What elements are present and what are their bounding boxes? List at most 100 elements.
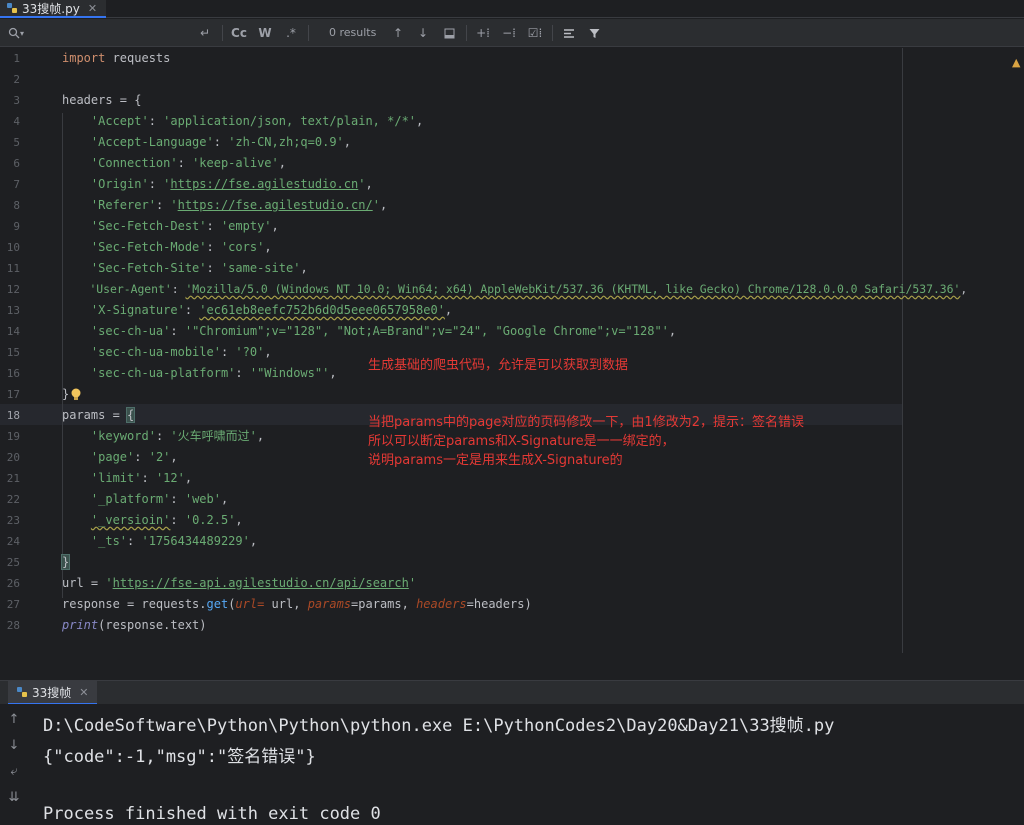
- line-number: 21: [6, 472, 20, 485]
- code-line: 'sec-ch-ua-platform': '"Windows"',: [90, 366, 337, 380]
- console-command-line: D:\CodeSoftware\Python\Python\python.exe…: [43, 716, 835, 736]
- run-toolbar: ↑ ↓ ⤶ ⇊: [0, 704, 28, 825]
- code-line: headers = {: [62, 93, 142, 107]
- line-number: 9: [13, 220, 20, 233]
- line-number: 7: [13, 178, 20, 191]
- code-line: 'Accept': 'application/json, text/plain,…: [90, 114, 424, 128]
- right-margin-guide: [902, 48, 903, 653]
- line-number: 15: [6, 346, 20, 359]
- search-history-dropdown-icon[interactable]: ▾: [18, 19, 26, 47]
- line-number: 10: [6, 241, 20, 254]
- code-line: 'User-Agent': 'Mozilla/5.0 (Windows NT 1…: [89, 282, 968, 296]
- console-exit-status: Process finished with exit code 0: [43, 804, 381, 824]
- select-all-occurrences-icon[interactable]: ☑⁞: [526, 19, 544, 47]
- referer-link[interactable]: https://fse.agilestudio.cn/: [178, 198, 373, 212]
- annotation-note: 所以可以断定params和X-Signature是一一绑定的，: [368, 434, 675, 449]
- code-line: params = {: [62, 407, 136, 423]
- code-line: 'Sec-Fetch-Dest': 'empty',: [90, 219, 279, 233]
- editor-tab[interactable]: 33搜帧.py ✕: [0, 0, 106, 18]
- line-number: 20: [6, 451, 20, 464]
- line-number: 27: [6, 598, 20, 611]
- run-console[interactable]: ↑ ↓ ⤶ ⇊ D:\CodeSoftware\Python\Python\py…: [0, 704, 1024, 825]
- code-line: 'page': '2',: [90, 450, 178, 464]
- code-line: 'limit': '12',: [90, 471, 193, 485]
- line-number: 2: [13, 73, 20, 86]
- line-number: 14: [6, 325, 20, 338]
- scroll-to-end-icon[interactable]: ⇊: [6, 790, 22, 806]
- line-number: 18: [6, 409, 20, 422]
- line-number: 16: [6, 367, 20, 380]
- regex-icon[interactable]: .*: [282, 19, 300, 47]
- code-line: '_versioin': '0.2.5',: [90, 513, 243, 527]
- line-number-gutter: 1 2 3 4 5 6 7 8 9 10 11 12 13 14 15 16 1…: [0, 48, 40, 653]
- new-line-icon[interactable]: ↵: [196, 19, 214, 47]
- python-file-icon: [7, 3, 17, 13]
- editor-tab-bar: 33搜帧.py ✕: [0, 0, 1024, 18]
- soft-wrap-icon[interactable]: ⤶: [6, 764, 22, 780]
- code-line: 'sec-ch-ua': '"Chromium";v="128", "Not;A…: [90, 324, 677, 338]
- rerun-up-arrow-icon[interactable]: ↑: [6, 712, 22, 728]
- line-number: 28: [6, 619, 20, 632]
- line-number: 25: [6, 556, 20, 569]
- close-run-tab-icon[interactable]: ✕: [79, 686, 88, 699]
- search-results-count: 0 results: [329, 26, 377, 39]
- add-selection-next-icon[interactable]: +⁞: [474, 19, 492, 47]
- origin-link[interactable]: https://fse.agilestudio.cn: [170, 177, 358, 191]
- close-tab-icon[interactable]: ✕: [88, 2, 97, 15]
- line-number: 26: [6, 577, 20, 590]
- words-icon[interactable]: W: [256, 19, 274, 47]
- code-line: 'X-Signature': 'ec61eb8eefc752b6d0d5eee0…: [90, 303, 453, 317]
- python-run-icon: [17, 687, 27, 697]
- code-line: import requests: [62, 51, 171, 65]
- code-line: 'Accept-Language': 'zh-CN,zh;q=0.9',: [90, 135, 352, 149]
- run-tab-label: 33搜帧: [32, 685, 72, 700]
- code-line: 'keyword': '火车呼啸而过',: [90, 429, 265, 443]
- down-arrow-icon[interactable]: ↓: [6, 738, 22, 754]
- line-number: 12: [6, 283, 20, 296]
- find-bar: ▾ ↵ Cc W .* 0 results ↑ ↓ +⁞ −⁞ ☑⁞: [0, 19, 1024, 47]
- filter-search-icon[interactable]: [440, 19, 458, 47]
- code-line: }: [62, 387, 70, 401]
- line-number: 17: [6, 388, 20, 401]
- code-line: 'Connection': 'keep-alive',: [90, 156, 286, 170]
- line-number: 23: [6, 514, 20, 527]
- search-api-link[interactable]: https://fse-api.agilestudio.cn/api/searc…: [113, 576, 409, 590]
- code-line: }: [60, 554, 71, 570]
- code-line: response = requests.get(url= url, params…: [62, 597, 532, 611]
- funnel-filter-icon[interactable]: [585, 19, 603, 47]
- code-line: url = 'https://fse-api.agilestudio.cn/ap…: [62, 576, 417, 590]
- next-occurrence-icon[interactable]: ↓: [414, 19, 432, 47]
- line-number: 4: [13, 115, 20, 128]
- match-case-icon[interactable]: Cc: [230, 19, 248, 47]
- code-line: 'Sec-Fetch-Mode': 'cors',: [90, 240, 272, 254]
- code-line: 'sec-ch-ua-mobile': '?0',: [90, 345, 272, 359]
- line-number: 11: [6, 262, 20, 275]
- code-line: print(response.text): [62, 618, 207, 632]
- line-number: 6: [13, 157, 20, 170]
- lightbulb-icon[interactable]: [70, 388, 82, 402]
- previous-occurrence-icon[interactable]: ↑: [389, 19, 407, 47]
- line-number: 3: [13, 94, 20, 107]
- code-editor[interactable]: ▲ 1 2 3 4 5 6 7 8 9 10 11 12 13 14 15 16…: [0, 48, 1024, 653]
- line-number: 8: [13, 199, 20, 212]
- annotation-note: 当把params中的page对应的页码修改一下，由1修改为2，提示：签名错误: [368, 415, 804, 430]
- run-tool-tabs: 33搜帧 ✕: [0, 680, 1024, 705]
- line-number: 24: [6, 535, 20, 548]
- line-number: 1: [13, 52, 20, 65]
- line-number: 19: [6, 430, 20, 443]
- code-line: 'Origin': 'https://fse.agilestudio.cn',: [90, 177, 373, 191]
- warning-icon[interactable]: ▲: [1012, 56, 1020, 69]
- line-number: 13: [6, 304, 20, 317]
- run-tab[interactable]: 33搜帧 ✕: [8, 681, 97, 705]
- code-line: 'Sec-Fetch-Site': 'same-site',: [90, 261, 308, 275]
- line-number: 22: [6, 493, 20, 506]
- annotation-note: 说明params一定是用来生成X-Signature的: [368, 453, 623, 468]
- filter-lines-icon[interactable]: [560, 19, 578, 47]
- code-line: 'Referer': 'https://fse.agilestudio.cn/'…: [90, 198, 388, 212]
- unselect-occurrence-icon[interactable]: −⁞: [500, 19, 518, 47]
- code-line: '_ts': '1756434489229',: [90, 534, 258, 548]
- console-output: {"code":-1,"msg":"签名错误"}: [43, 747, 316, 767]
- editor-tab-label: 33搜帧.py: [22, 1, 80, 16]
- code-line: '_platform': 'web',: [90, 492, 229, 506]
- line-number: 5: [13, 136, 20, 149]
